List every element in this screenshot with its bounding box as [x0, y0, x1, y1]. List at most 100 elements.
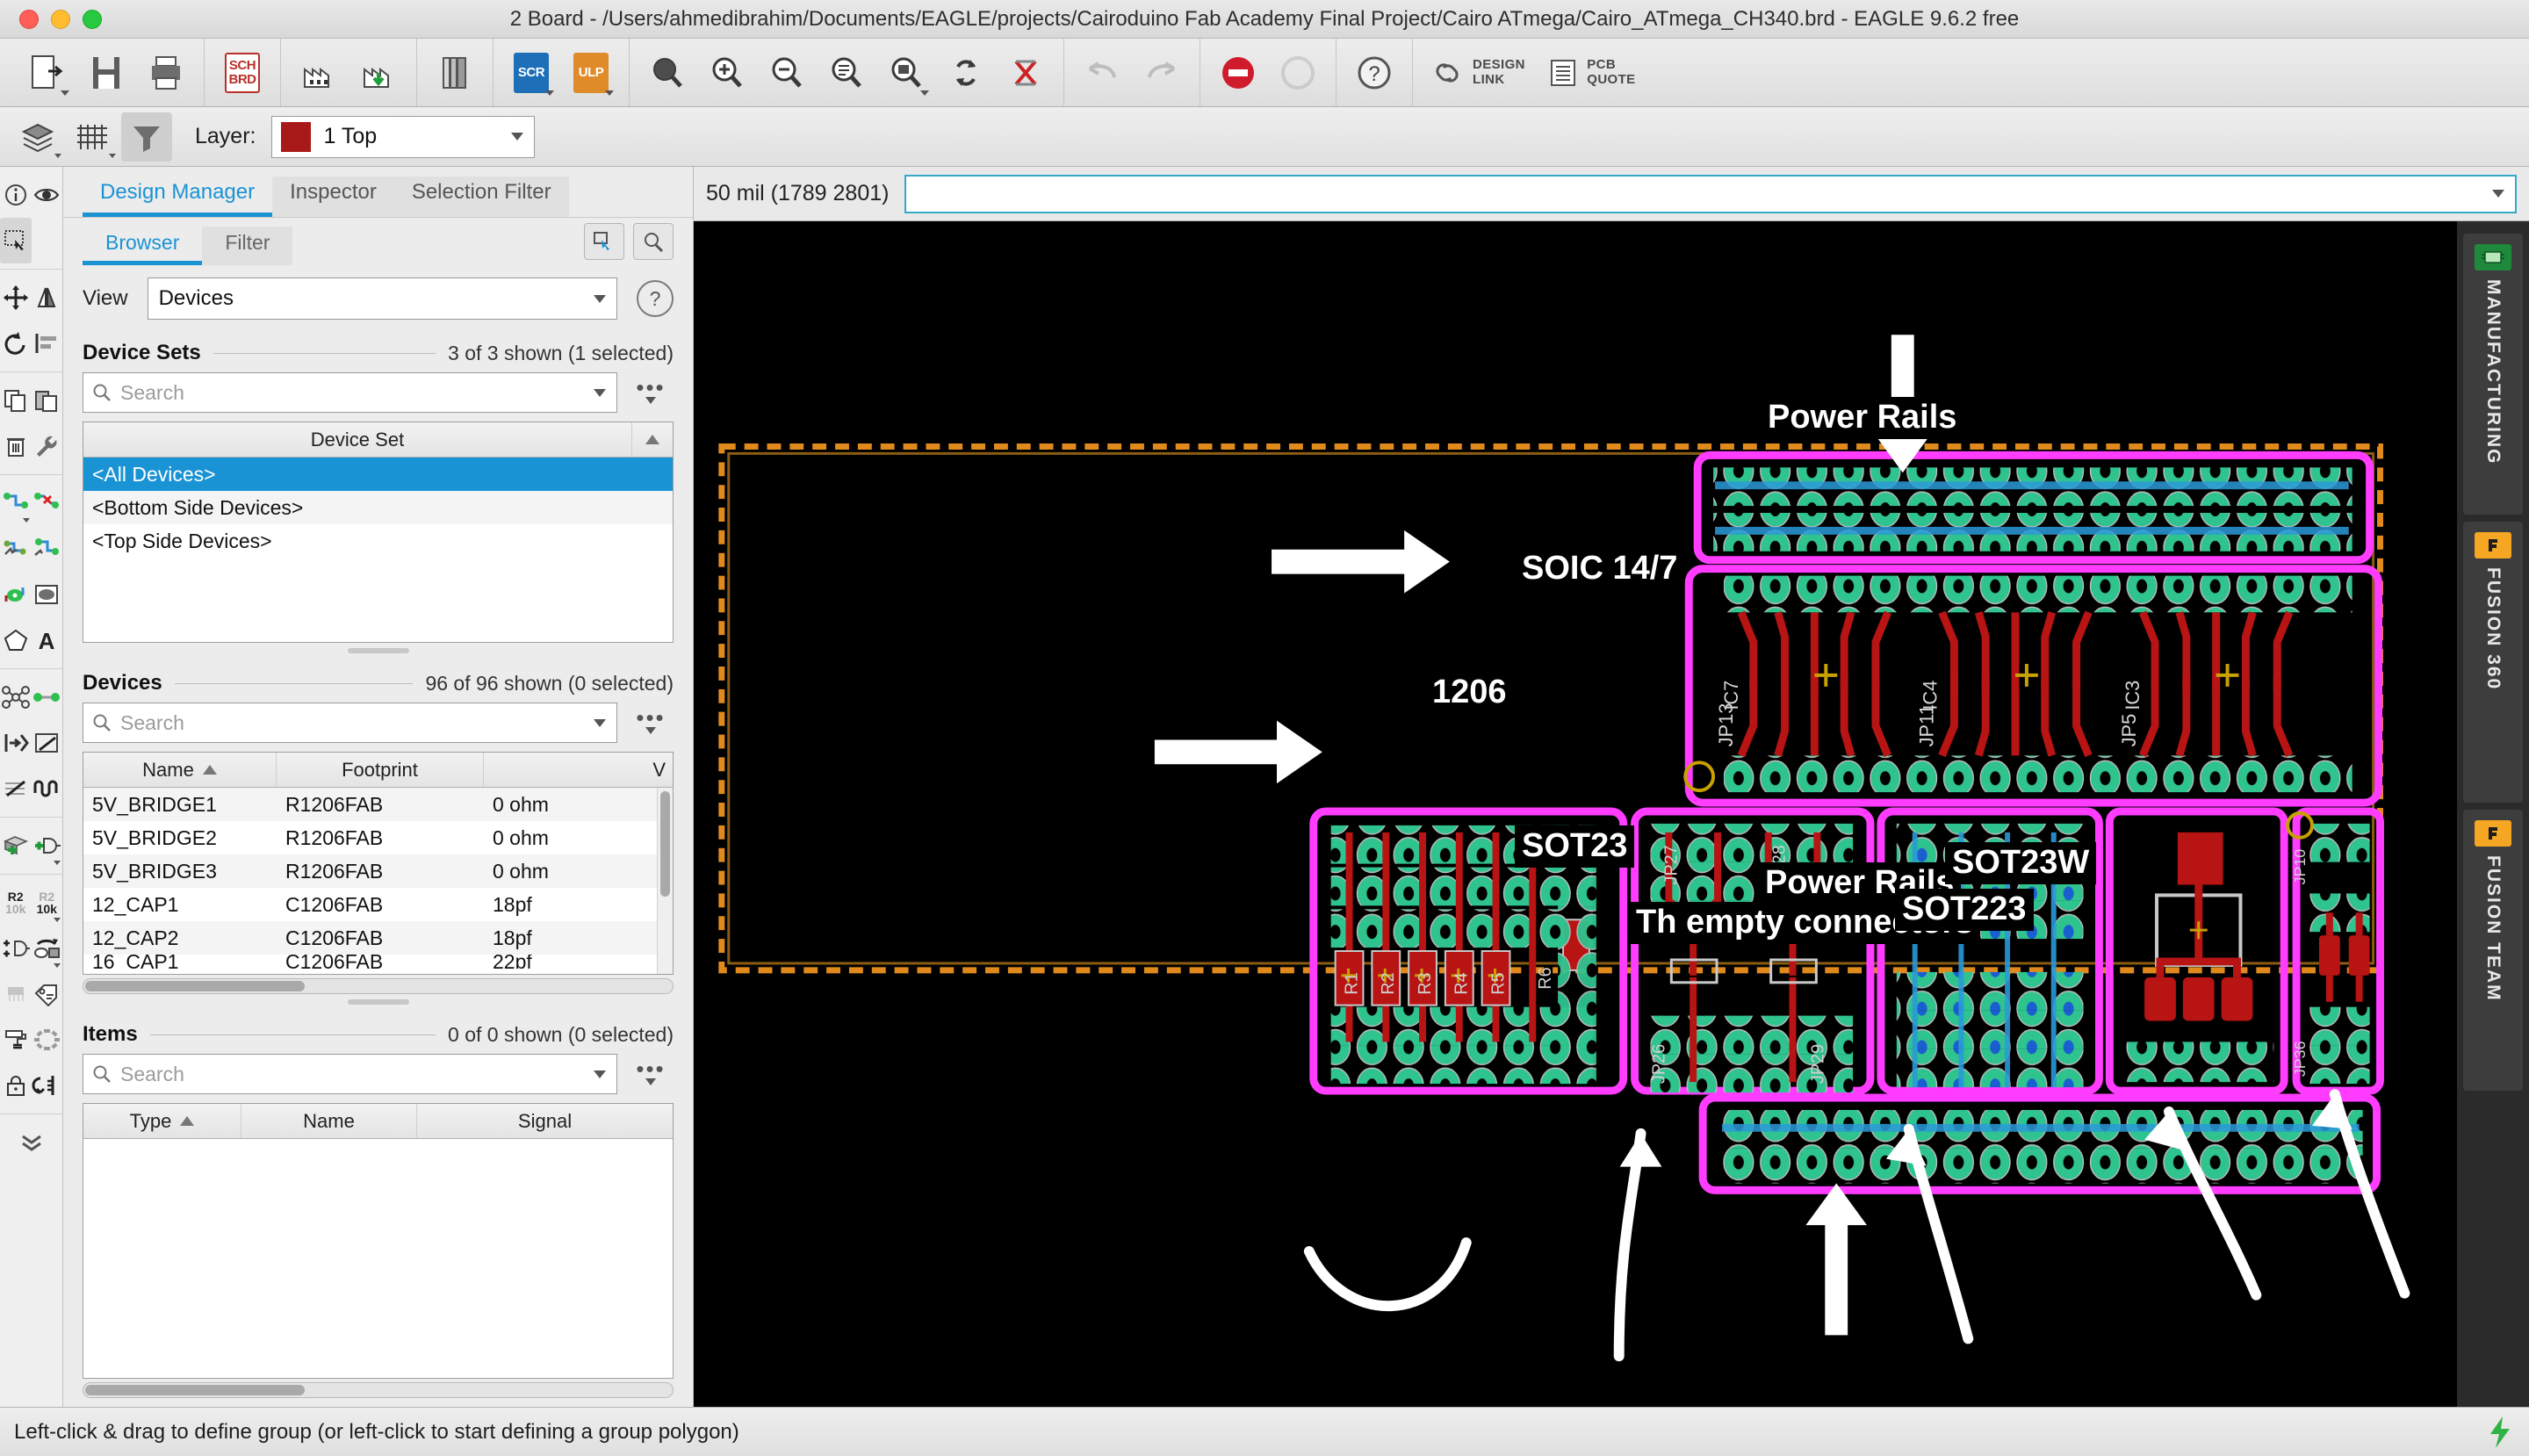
devices-column-name[interactable]: Name: [83, 753, 277, 787]
tab-selection-filter[interactable]: Selection Filter: [393, 177, 569, 217]
device-sets-sort-indicator[interactable]: [632, 422, 673, 457]
tab-fusion-360[interactable]: FUSION 360: [2463, 522, 2523, 803]
align-tool-button[interactable]: [32, 321, 63, 366]
table-row[interactable]: 12_CAP1 C1206FAB 18pf: [83, 888, 657, 921]
paint-tool-button[interactable]: [0, 1017, 32, 1063]
window-controls[interactable]: [0, 9, 102, 29]
items-horizontal-scrollbar[interactable]: [83, 1382, 674, 1398]
help-button[interactable]: ?: [1347, 46, 1401, 100]
zoom-fit-page-button[interactable]: [819, 46, 874, 100]
run-script-button[interactable]: SCR: [504, 46, 558, 100]
polygon-tool-button[interactable]: [0, 617, 32, 663]
items-column-type[interactable]: Type: [83, 1104, 241, 1138]
miter-tool-button[interactable]: [32, 720, 63, 766]
view-help-button[interactable]: ?: [637, 280, 674, 317]
delete-tool-button[interactable]: [0, 423, 32, 469]
net-tool-button[interactable]: [32, 674, 63, 720]
smash-tool-button[interactable]: [0, 971, 32, 1017]
add-part-button[interactable]: [32, 823, 63, 869]
command-line[interactable]: [904, 174, 2517, 213]
maximize-button[interactable]: [83, 9, 102, 29]
add-package-button[interactable]: [0, 823, 32, 869]
devices-horizontal-scrollbar[interactable]: [83, 978, 674, 994]
devices-column-footprint[interactable]: Footprint: [277, 753, 484, 787]
copy-tool-button[interactable]: [0, 378, 32, 423]
invoke-tool-button[interactable]: [0, 926, 32, 971]
pcb-canvas[interactable]: IC7 IC4 IC3 JP13 JP11 JP5 R1 R2 R3 R4 R5…: [694, 221, 2457, 1407]
subtab-filter[interactable]: Filter: [202, 227, 293, 265]
redo-button[interactable]: [1135, 46, 1189, 100]
items-search[interactable]: [83, 1054, 617, 1094]
chevron-down-icon[interactable]: [2492, 190, 2504, 198]
layer-select[interactable]: 1 Top: [271, 115, 536, 158]
command-input[interactable]: [915, 182, 2506, 205]
panel-resize-grip[interactable]: [83, 994, 674, 1010]
update-tool-button[interactable]: [32, 1063, 63, 1108]
wave-tool-button[interactable]: [32, 766, 63, 811]
devices-column-value[interactable]: V: [484, 753, 673, 787]
name-tool-button[interactable]: R2 10k: [0, 880, 32, 926]
tab-manufacturing[interactable]: MANUFACTURING: [2463, 234, 2523, 515]
group-tool-button[interactable]: [0, 218, 32, 263]
zoom-in-button[interactable]: [700, 46, 754, 100]
via-tool-button[interactable]: [0, 572, 32, 617]
table-row[interactable]: <Top Side Devices>: [83, 524, 673, 558]
tab-design-manager[interactable]: Design Manager: [83, 177, 273, 217]
zoom-to-selection-button[interactable]: [633, 223, 674, 260]
items-more-button[interactable]: •••: [628, 1057, 674, 1085]
paste-tool-button[interactable]: [32, 378, 63, 423]
pcb-quote-button[interactable]: PCB QUOTE: [1539, 46, 1645, 100]
table-row[interactable]: 12_CAP2 C1206FAB 18pf: [83, 921, 657, 955]
ratsnest-tool-button[interactable]: [0, 674, 32, 720]
optimize-tool-button[interactable]: [32, 526, 63, 572]
close-button[interactable]: [19, 9, 39, 29]
table-row[interactable]: 16_CAP1 C1206FAB 22pf: [83, 955, 657, 969]
zoom-fit-button[interactable]: [640, 46, 695, 100]
panelize-tool-button[interactable]: [32, 1017, 63, 1063]
meander-tool-button[interactable]: [0, 766, 32, 811]
open-file-button[interactable]: [19, 46, 74, 100]
table-row[interactable]: 5V_BRIDGE2 R1206FAB 0 ohm: [83, 821, 657, 854]
attribute-tool-button[interactable]: [32, 971, 63, 1017]
ratsnest-button[interactable]: [998, 46, 1053, 100]
route-tool-button[interactable]: [0, 480, 32, 526]
refresh-button[interactable]: [939, 46, 993, 100]
minimize-button[interactable]: [51, 9, 70, 29]
generate-manufacturing-data-button[interactable]: [351, 46, 406, 100]
split-tool-button[interactable]: [0, 720, 32, 766]
display-filter-button[interactable]: [121, 112, 172, 162]
chevron-down-icon[interactable]: [594, 718, 606, 727]
polygon-pour-tool-button[interactable]: [32, 572, 63, 617]
table-row[interactable]: 5V_BRIDGE3 R1206FAB 0 ohm: [83, 854, 657, 888]
chevron-down-icon[interactable]: [594, 1070, 606, 1078]
value-tool-button[interactable]: R2 10k: [32, 880, 63, 926]
text-tool-button[interactable]: A: [32, 617, 63, 663]
chevron-down-icon[interactable]: [594, 388, 606, 397]
replace-tool-button[interactable]: [32, 926, 63, 971]
items-column-signal[interactable]: Signal: [417, 1104, 673, 1138]
autoroute-tool-button[interactable]: [0, 526, 32, 572]
save-button[interactable]: [79, 46, 133, 100]
layer-settings-button[interactable]: [12, 112, 63, 162]
select-in-board-button[interactable]: [584, 223, 624, 260]
devices-vertical-scrollbar[interactable]: [657, 788, 673, 974]
subtab-browser[interactable]: Browser: [83, 227, 203, 265]
grid-settings-button[interactable]: [67, 112, 118, 162]
stop-button[interactable]: [1211, 46, 1265, 100]
run-ulp-button[interactable]: ULP: [564, 46, 618, 100]
info-tool-button[interactable]: [0, 172, 32, 218]
switch-to-schematic-button[interactable]: SCH BRD: [215, 46, 270, 100]
tab-fusion-team[interactable]: FUSION TEAM: [2463, 810, 2523, 1091]
table-row[interactable]: <All Devices>: [83, 458, 673, 491]
mirror-tool-button[interactable]: [32, 275, 63, 321]
view-select[interactable]: Devices: [147, 278, 617, 320]
print-button[interactable]: [139, 46, 193, 100]
device-sets-column-device-set[interactable]: Device Set: [83, 422, 632, 457]
device-sets-search-input[interactable]: [120, 380, 608, 405]
show-tool-button[interactable]: [32, 172, 63, 218]
devices-more-button[interactable]: •••: [628, 706, 674, 734]
lock-tool-button[interactable]: [0, 1063, 32, 1108]
change-tool-button[interactable]: [32, 423, 63, 469]
device-sets-search[interactable]: [83, 372, 617, 413]
go-button[interactable]: [1271, 46, 1325, 100]
